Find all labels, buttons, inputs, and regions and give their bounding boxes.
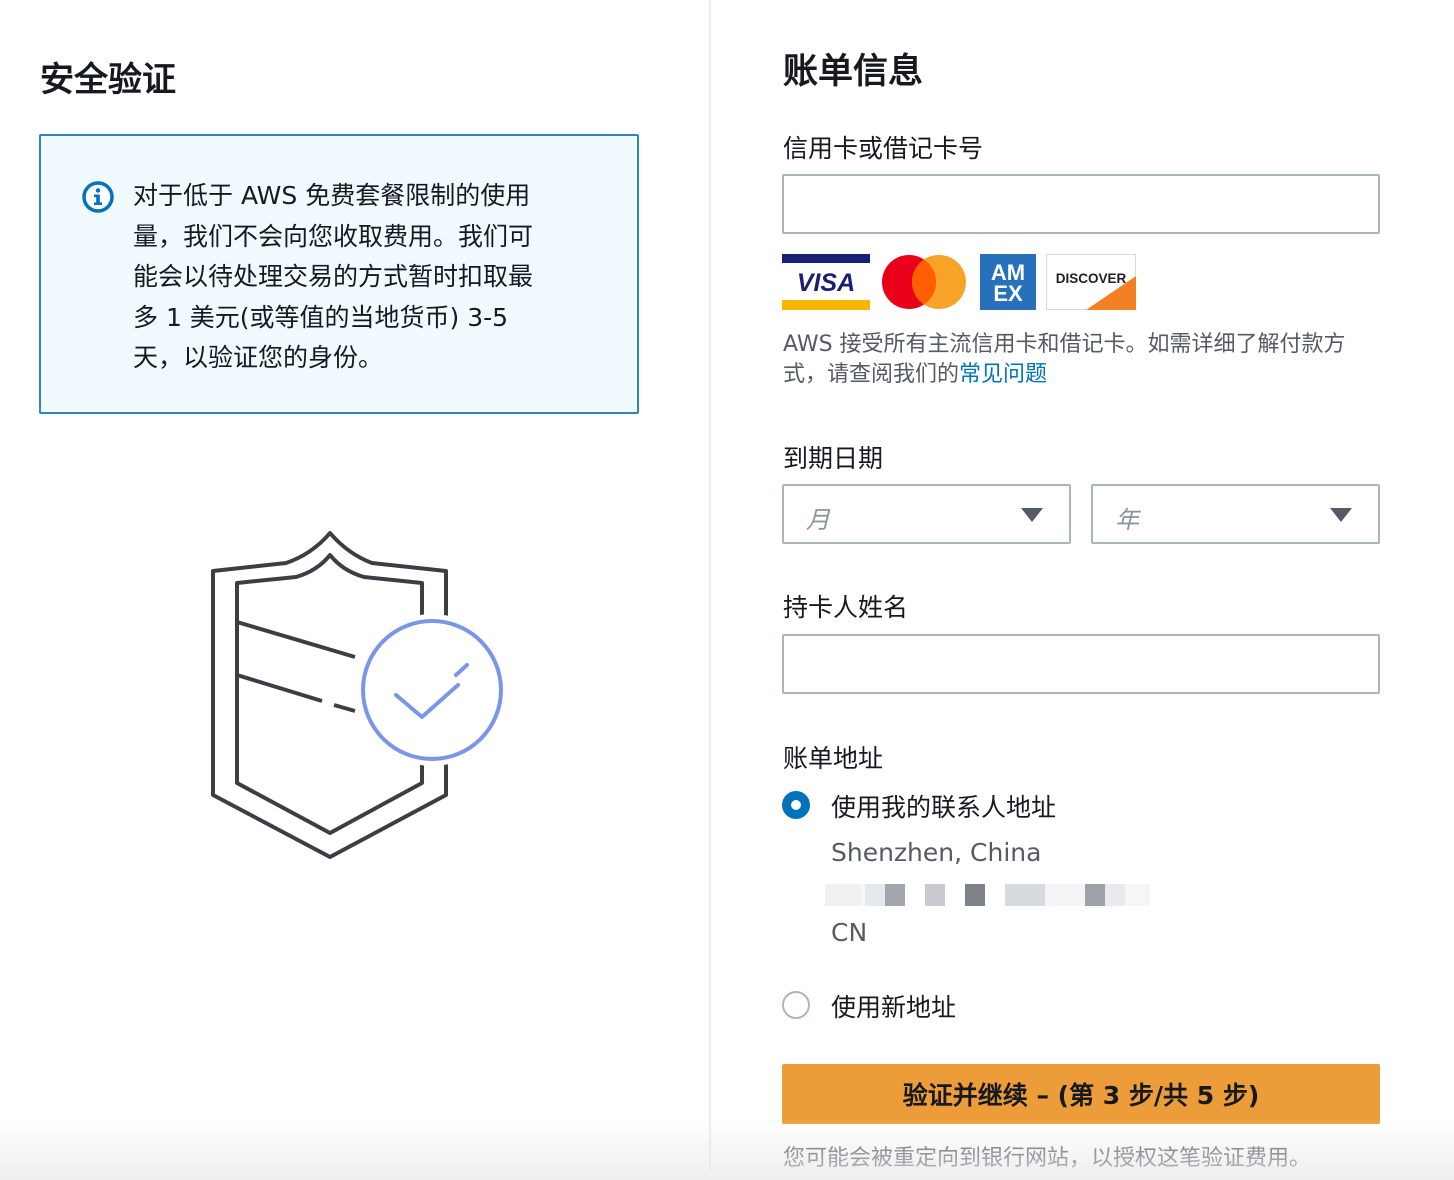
help-text: AWS 接受所有主流信用卡和借记卡。如需详细了解付款方式，请查阅我们的 xyxy=(783,332,1346,387)
info-line: 多 1 美元(或等值的当地货币) 3-5 xyxy=(133,302,509,332)
security-verification-title: 安全验证 xyxy=(40,60,176,100)
faq-link[interactable]: 常见问题 xyxy=(959,362,1047,387)
contact-address-city: Shenzhen, China xyxy=(831,838,1042,867)
amex-text-bottom: EX xyxy=(993,281,1023,306)
expiry-month-select[interactable]: 月 xyxy=(782,484,1071,544)
discover-text: DISCOVER xyxy=(1056,271,1127,286)
redacted-address-line xyxy=(825,884,1150,906)
caret-down-icon xyxy=(1021,508,1043,522)
caret-down-icon xyxy=(1330,508,1352,522)
info-alert: 对于低于 AWS 免费套餐限制的使用 量，我们不会向您收取费用。我们可 能会以待… xyxy=(39,134,639,414)
info-line: 天，以验证您的身份。 xyxy=(133,343,384,372)
expiry-month-placeholder: 月 xyxy=(806,506,830,534)
panel-divider xyxy=(709,0,711,1170)
info-alert-text: 对于低于 AWS 免费套餐限制的使用 量，我们不会向您收取费用。我们可 能会以待… xyxy=(133,176,603,379)
use-contact-address-radio[interactable] xyxy=(782,791,810,819)
verify-and-continue-button[interactable]: 验证并继续 – (第 3 步/共 5 步) xyxy=(782,1064,1380,1124)
billing-address-label: 账单地址 xyxy=(783,744,884,773)
cardholder-name-input[interactable] xyxy=(782,634,1380,694)
accepted-cards-help: AWS 接受所有主流信用卡和借记卡。如需详细了解付款方式，请查阅我们的常见问题 xyxy=(783,330,1383,390)
amex-logo: AM EX xyxy=(980,254,1036,310)
billing-info-title: 账单信息 xyxy=(783,52,924,92)
bank-redirect-note: 您可能会被重定向到银行网站，以授权这笔验证费用。 xyxy=(783,1146,1312,1171)
info-line: 量，我们不会向您收取费用。我们可 xyxy=(133,221,534,251)
visa-logo: VISA xyxy=(782,254,870,310)
use-contact-address-label[interactable]: 使用我的联系人地址 xyxy=(831,788,1056,824)
expiry-date-label: 到期日期 xyxy=(783,444,884,473)
info-line: 对于低于 AWS 免费套餐限制的使用 xyxy=(133,181,531,210)
expiry-year-select[interactable]: 年 xyxy=(1091,484,1380,544)
card-number-label: 信用卡或借记卡号 xyxy=(783,134,984,163)
info-icon xyxy=(82,181,114,213)
info-line: 能会以待处理交易的方式暂时扣取最 xyxy=(133,262,534,291)
shield-check-icon xyxy=(211,531,508,859)
discover-logo: DISCOVER xyxy=(1046,254,1136,310)
use-new-address-radio[interactable] xyxy=(782,991,810,1019)
card-number-input[interactable] xyxy=(782,174,1380,234)
mastercard-logo xyxy=(882,255,966,309)
cardholder-name-label: 持卡人姓名 xyxy=(783,593,909,622)
use-new-address-label[interactable]: 使用新地址 xyxy=(831,988,956,1024)
contact-address-country: CN xyxy=(831,918,868,947)
expiry-year-placeholder: 年 xyxy=(1115,506,1139,534)
visa-text: VISA xyxy=(797,269,855,297)
